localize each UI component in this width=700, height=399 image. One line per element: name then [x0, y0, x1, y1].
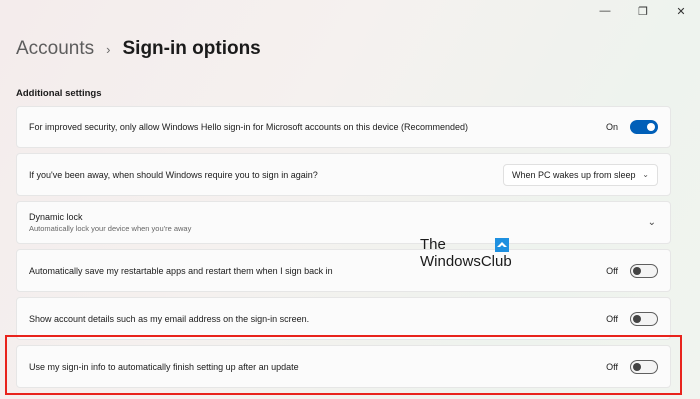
setting-text: Dynamic lock Automatically lock your dev…	[29, 212, 648, 233]
toggle-state-label: Off	[606, 313, 618, 324]
maximize-button[interactable]: ❐	[624, 0, 662, 22]
toggle-knob	[647, 123, 655, 131]
setting-label: Show account details such as my email ad…	[29, 313, 310, 324]
breadcrumb-accounts[interactable]: Accounts	[16, 38, 94, 60]
toggle-knob	[633, 314, 641, 323]
breadcrumb: Accounts › Sign-in options	[16, 36, 261, 62]
toggle-group: Off	[606, 263, 658, 278]
watermark: The WindowsClub	[420, 236, 512, 270]
show-account-details-toggle[interactable]	[630, 311, 658, 326]
setting-require-sign-in: If you've been away, when should Windows…	[16, 153, 671, 196]
setting-dynamic-lock[interactable]: Dynamic lock Automatically lock your dev…	[16, 201, 671, 244]
chevron-right-icon: ›	[106, 41, 111, 57]
minimize-button[interactable]: —	[586, 0, 624, 22]
chevron-down-icon[interactable]: ⌄	[648, 217, 656, 228]
setting-restartable-apps: Automatically save my restartable apps a…	[16, 249, 671, 292]
toggle-knob	[633, 266, 641, 275]
require-sign-in-dropdown[interactable]: When PC wakes up from sleep ⌄	[503, 163, 658, 186]
setting-label: For improved security, only allow Window…	[29, 122, 469, 132]
toggle-state-label: On	[605, 122, 618, 132]
section-title: Additional settings	[16, 88, 102, 99]
toggle-group: Off	[606, 311, 658, 326]
restartable-apps-toggle[interactable]	[630, 263, 658, 278]
toggle-state-label: Off	[606, 265, 618, 276]
chevron-down-icon: ⌄	[642, 170, 649, 179]
page-title: Sign-in options	[122, 38, 261, 59]
highlight-annotation-box	[5, 335, 682, 395]
setting-windows-hello-only: For improved security, only allow Window…	[16, 106, 671, 148]
window-controls: — ❐ ✕	[586, 0, 700, 22]
setting-description: Automatically lock your device when you'…	[29, 224, 192, 233]
setting-label: Dynamic lock	[29, 212, 83, 222]
dropdown-value: When PC wakes up from sleep	[512, 169, 636, 180]
watermark-line2: WindowsClub	[420, 253, 512, 270]
setting-label: Automatically save my restartable apps a…	[29, 265, 333, 276]
setting-label: If you've been away, when should Windows…	[29, 169, 318, 180]
toggle-group: On	[606, 120, 658, 134]
windowsclub-logo-icon	[495, 238, 509, 252]
windows-hello-only-toggle[interactable]	[630, 120, 658, 134]
close-button[interactable]: ✕	[662, 0, 700, 22]
setting-show-account-details: Show account details such as my email ad…	[16, 297, 671, 340]
